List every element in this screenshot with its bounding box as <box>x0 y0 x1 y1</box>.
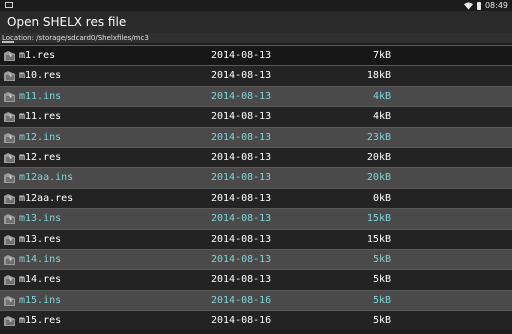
status-bar: 08:49 <box>0 0 512 11</box>
file-row[interactable]: m15.res 2014-08-16 5kB <box>0 310 512 331</box>
file-icon <box>3 315 16 327</box>
file-icon <box>3 132 16 144</box>
file-name: m11.res <box>19 111 62 123</box>
file-size: 4kB <box>372 111 391 123</box>
file-icon <box>3 193 16 205</box>
file-size: 7kB <box>372 50 391 61</box>
file-size: 5kB <box>372 294 391 306</box>
file-size: 18kB <box>366 70 391 82</box>
location-underline <box>2 41 14 43</box>
file-icon <box>3 91 16 103</box>
file-icon <box>3 254 16 266</box>
file-row[interactable]: m12.res 2014-08-13 20kB <box>0 146 512 168</box>
file-row[interactable]: m10.res 2014-08-13 18kB <box>0 65 512 86</box>
file-size: 4kB <box>372 90 391 102</box>
page-title: Open SHELX res file <box>7 15 127 29</box>
file-name: m1.res <box>19 50 56 61</box>
file-date: 2014-08-13 <box>211 253 272 265</box>
file-row[interactable]: m13.ins 2014-08-13 15kB <box>0 208 512 229</box>
file-size: 5kB <box>372 315 391 327</box>
file-name: m12aa.res <box>19 192 74 204</box>
file-row[interactable]: m11.res 2014-08-13 4kB <box>0 106 512 127</box>
file-size: 23kB <box>366 131 391 143</box>
status-time: 08:49 <box>484 1 508 10</box>
wifi-icon <box>463 1 473 10</box>
file-size: 20kB <box>366 151 391 163</box>
file-row[interactable]: m14.ins 2014-08-13 5kB <box>0 248 512 270</box>
file-name: m11.ins <box>19 90 62 102</box>
file-icon <box>3 295 16 307</box>
file-icon <box>3 50 16 62</box>
file-date: 2014-08-13 <box>211 90 272 102</box>
file-row[interactable]: m13.res 2014-08-13 15kB <box>0 228 512 249</box>
status-right-group: 08:49 <box>463 0 508 11</box>
file-row[interactable]: m15.ins 2014-08-16 5kB <box>0 289 512 311</box>
file-date: 2014-08-13 <box>211 111 272 123</box>
file-date: 2014-08-16 <box>211 315 272 327</box>
file-row[interactable]: m11.ins 2014-08-13 4kB <box>0 85 512 107</box>
file-date: 2014-08-13 <box>211 192 272 204</box>
file-icon <box>3 213 16 225</box>
file-icon <box>3 152 16 164</box>
file-row[interactable]: m12aa.res 2014-08-13 0kB <box>0 187 512 209</box>
file-date: 2014-08-13 <box>211 151 272 163</box>
file-date: 2014-08-13 <box>211 213 272 225</box>
file-icon <box>3 274 16 286</box>
file-name: m13.ins <box>19 213 62 225</box>
location-path: Location: /storage/sdcard0/Shelxfiles/mc… <box>0 33 512 43</box>
file-row[interactable]: m12aa.ins 2014-08-13 20kB <box>0 167 512 188</box>
battery-icon <box>476 1 481 10</box>
file-name: m15.res <box>19 315 62 327</box>
file-date: 2014-08-13 <box>211 70 272 82</box>
file-size: 15kB <box>366 213 391 225</box>
notification-icon <box>5 2 13 8</box>
file-name: m12.ins <box>19 131 62 143</box>
title-bar: Open SHELX res file <box>0 11 512 33</box>
file-list: m1.res 2014-08-13 7kB m10.res 2014-08-13 18kB… <box>0 45 512 331</box>
file-date: 2014-08-13 <box>211 131 272 143</box>
file-row[interactable]: m1.res 2014-08-13 7kB <box>0 45 512 66</box>
file-name: m14.ins <box>19 253 62 265</box>
file-icon <box>3 234 16 246</box>
file-date: 2014-08-13 <box>211 274 272 286</box>
file-name: m10.res <box>19 70 62 82</box>
file-date: 2014-08-16 <box>211 294 272 306</box>
file-name: m13.res <box>19 233 62 245</box>
file-name: m12aa.ins <box>19 172 74 184</box>
file-name: m12.res <box>19 151 62 163</box>
file-date: 2014-08-13 <box>211 50 272 61</box>
file-name: m14.res <box>19 274 62 286</box>
file-size: 15kB <box>366 233 391 245</box>
file-size: 5kB <box>372 274 391 286</box>
file-row[interactable]: m12.ins 2014-08-13 23kB <box>0 126 512 147</box>
file-date: 2014-08-13 <box>211 233 272 245</box>
file-size: 5kB <box>372 253 391 265</box>
file-icon <box>3 111 16 123</box>
file-date: 2014-08-13 <box>211 172 272 184</box>
file-icon <box>3 70 16 82</box>
file-size: 0kB <box>372 192 391 204</box>
file-name: m15.ins <box>19 294 62 306</box>
file-size: 20kB <box>366 172 391 184</box>
file-row[interactable]: m14.res 2014-08-13 5kB <box>0 269 512 290</box>
file-icon <box>3 172 16 184</box>
